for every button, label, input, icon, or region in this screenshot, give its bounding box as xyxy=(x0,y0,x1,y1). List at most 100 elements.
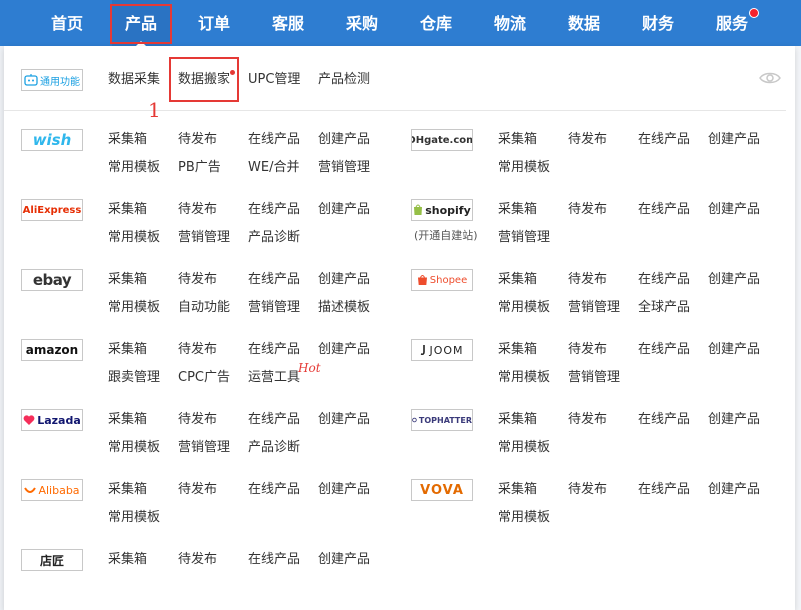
tophatter-link-create-product[interactable]: 创建产品 xyxy=(708,411,760,429)
shopee-link-marketing[interactable]: 营销管理 xyxy=(568,299,620,317)
joom-link-marketing[interactable]: 营销管理 xyxy=(568,369,620,387)
amazon-link-follow-sell[interactable]: 跟卖管理 xyxy=(108,369,160,387)
lazada-link-online-products[interactable]: 在线产品 xyxy=(248,411,300,429)
amazon-link-collection-box[interactable]: 采集箱 xyxy=(108,341,147,359)
ebay-link-create-product[interactable]: 创建产品 xyxy=(318,271,370,289)
lazada-link-templates[interactable]: 常用模板 xyxy=(108,439,160,457)
ebay-link-automation[interactable]: 自动功能 xyxy=(178,299,230,317)
alibaba-link-create-product[interactable]: 创建产品 xyxy=(318,481,370,499)
vova-link-online-products[interactable]: 在线产品 xyxy=(638,481,690,499)
lazada-link-create-product[interactable]: 创建产品 xyxy=(318,411,370,429)
general-functions-logo: 通用功能 xyxy=(21,69,83,91)
nav-item-finance[interactable]: 财务 xyxy=(640,0,676,46)
ebay-link-description-templates[interactable]: 描述模板 xyxy=(318,299,370,317)
aliexpress-link-marketing[interactable]: 营销管理 xyxy=(178,229,230,247)
lazada-link-diagnosis[interactable]: 产品诊断 xyxy=(248,439,300,457)
shopee-link-collection-box[interactable]: 采集箱 xyxy=(498,271,537,289)
eye-icon[interactable] xyxy=(759,71,781,85)
vova-link-pending[interactable]: 待发布 xyxy=(568,481,607,499)
shopee-link-create-product[interactable]: 创建产品 xyxy=(708,271,760,289)
vova-link-templates[interactable]: 常用模板 xyxy=(498,509,550,527)
alibaba-link-collection-box[interactable]: 采集箱 xyxy=(108,481,147,499)
nav-item-warehouse[interactable]: 仓库 xyxy=(418,0,454,46)
tophatter-link-collection-box[interactable]: 采集箱 xyxy=(498,411,537,429)
dianjiang-link-create-product[interactable]: 创建产品 xyxy=(318,551,370,569)
wish-link-marketing[interactable]: 营销管理 xyxy=(318,159,370,177)
dhgate-link-online-products[interactable]: 在线产品 xyxy=(638,131,690,149)
joom-link-collection-box[interactable]: 采集箱 xyxy=(498,341,537,359)
aliexpress-link-templates[interactable]: 常用模板 xyxy=(108,229,160,247)
link-product-check[interactable]: 产品检测 xyxy=(318,71,370,89)
dhgate-link-collection-box[interactable]: 采集箱 xyxy=(498,131,537,149)
amazon-link-online-products[interactable]: 在线产品 xyxy=(248,341,300,359)
joom-link-online-products[interactable]: 在线产品 xyxy=(638,341,690,359)
aliexpress-link-online-products[interactable]: 在线产品 xyxy=(248,201,300,219)
dianjiang-link-pending[interactable]: 待发布 xyxy=(178,551,217,569)
shopee-link-global-products[interactable]: 全球产品 xyxy=(638,299,690,317)
tophatter-link-pending[interactable]: 待发布 xyxy=(568,411,607,429)
tophatter-link-online-products[interactable]: 在线产品 xyxy=(638,411,690,429)
dhgate-link-pending[interactable]: 待发布 xyxy=(568,131,607,149)
dhgate-link-templates[interactable]: 常用模板 xyxy=(498,159,550,177)
wish-link-templates[interactable]: 常用模板 xyxy=(108,159,160,177)
joom-link-create-product[interactable]: 创建产品 xyxy=(708,341,760,359)
link-data-migration[interactable]: 数据搬家 xyxy=(178,71,230,89)
ebay-link-collection-box[interactable]: 采集箱 xyxy=(108,271,147,289)
wish-link-collection-box[interactable]: 采集箱 xyxy=(108,131,147,149)
nav-item-products[interactable]: 产品 xyxy=(112,0,170,47)
nav-item-services[interactable]: 服务 xyxy=(714,0,759,46)
shopee-link-templates[interactable]: 常用模板 xyxy=(498,299,550,317)
lazada-link-collection-box[interactable]: 采集箱 xyxy=(108,411,147,429)
joom-link-pending[interactable]: 待发布 xyxy=(568,341,607,359)
lazada-heart-icon xyxy=(23,415,35,425)
shopify-link-online-products[interactable]: 在线产品 xyxy=(638,201,690,219)
aliexpress-link-diagnosis[interactable]: 产品诊断 xyxy=(248,229,300,247)
ebay-link-pending[interactable]: 待发布 xyxy=(178,271,217,289)
amazon-link-cpc-ads[interactable]: CPC广告 xyxy=(178,369,230,387)
aliexpress-link-collection-box[interactable]: 采集箱 xyxy=(108,201,147,219)
wish-link-we-merge[interactable]: WE/合并 xyxy=(248,159,299,177)
lazada-logo: Lazada xyxy=(21,409,83,431)
amazon-link-create-product[interactable]: 创建产品 xyxy=(318,341,370,359)
ebay-link-online-products[interactable]: 在线产品 xyxy=(248,271,300,289)
nav-item-customer-service[interactable]: 客服 xyxy=(270,0,306,46)
alibaba-link-online-products[interactable]: 在线产品 xyxy=(248,481,300,499)
tophatter-link-templates[interactable]: 常用模板 xyxy=(498,439,550,457)
shopify-link-pending[interactable]: 待发布 xyxy=(568,201,607,219)
lazada-link-pending[interactable]: 待发布 xyxy=(178,411,217,429)
wish-link-pending[interactable]: 待发布 xyxy=(178,131,217,149)
shopee-link-online-products[interactable]: 在线产品 xyxy=(638,271,690,289)
wish-link-online-products[interactable]: 在线产品 xyxy=(248,131,300,149)
alibaba-link-templates[interactable]: 常用模板 xyxy=(108,509,160,527)
shopify-link-marketing[interactable]: 营销管理 xyxy=(498,229,550,247)
shopee-logo-text: Shopee xyxy=(429,274,468,286)
link-data-collection[interactable]: 数据采集 xyxy=(108,71,160,89)
shopify-link-create-product[interactable]: 创建产品 xyxy=(708,201,760,219)
link-upc-management[interactable]: UPC管理 xyxy=(248,71,300,89)
amazon-link-operation-tools[interactable]: 运营工具 xyxy=(248,369,300,387)
nav-item-home[interactable]: 首页 xyxy=(46,0,88,46)
dianjiang-link-collection-box[interactable]: 采集箱 xyxy=(108,551,147,569)
alibaba-link-pending[interactable]: 待发布 xyxy=(178,481,217,499)
ebay-logo: ebay xyxy=(21,269,83,291)
shopify-link-collection-box[interactable]: 采集箱 xyxy=(498,201,537,219)
aliexpress-link-pending[interactable]: 待发布 xyxy=(178,201,217,219)
nav-item-orders[interactable]: 订单 xyxy=(196,0,232,46)
ebay-link-templates[interactable]: 常用模板 xyxy=(108,299,160,317)
nav-item-logistics[interactable]: 物流 xyxy=(492,0,528,46)
nav-item-purchasing[interactable]: 采购 xyxy=(344,0,380,46)
dhgate-link-create-product[interactable]: 创建产品 xyxy=(708,131,760,149)
nav-item-data[interactable]: 数据 xyxy=(566,0,602,46)
vova-link-create-product[interactable]: 创建产品 xyxy=(708,481,760,499)
wish-link-create-product[interactable]: 创建产品 xyxy=(318,131,370,149)
vova-link-collection-box[interactable]: 采集箱 xyxy=(498,481,537,499)
amazon-link-pending[interactable]: 待发布 xyxy=(178,341,217,359)
dianjiang-link-online-products[interactable]: 在线产品 xyxy=(248,551,300,569)
lazada-link-marketing[interactable]: 营销管理 xyxy=(178,439,230,457)
joom-link-templates[interactable]: 常用模板 xyxy=(498,369,550,387)
shopee-logo: Shopee xyxy=(411,269,473,291)
shopee-link-pending[interactable]: 待发布 xyxy=(568,271,607,289)
ebay-link-marketing[interactable]: 营销管理 xyxy=(248,299,300,317)
wish-link-pb-ads[interactable]: PB广告 xyxy=(178,159,221,177)
aliexpress-link-create-product[interactable]: 创建产品 xyxy=(318,201,370,219)
